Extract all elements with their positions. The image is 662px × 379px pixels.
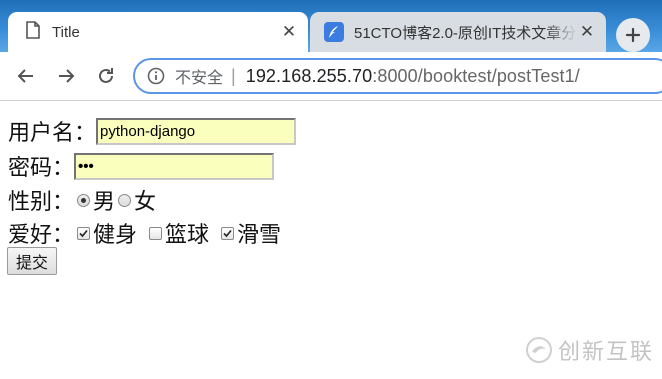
feather-icon [324,22,344,42]
submit-button[interactable]: 提交 [7,247,58,275]
hobby-row: 爱好： 健身 篮球 滑雪 [8,217,281,249]
close-tab-icon[interactable]: ✕ [280,22,298,42]
reload-icon [99,68,113,83]
username-input[interactable] [96,117,297,145]
hobby-basketball-label: 篮球 [165,222,210,247]
arrow-right-icon [59,69,75,83]
close-tab-icon[interactable]: ✕ [578,22,596,42]
back-button[interactable] [14,64,38,88]
plus-icon [625,27,641,43]
url-path: :8000/booktest/postTest1/ [372,65,580,86]
gender-male-label: 男 [93,189,116,214]
hobby-basketball-checkbox[interactable] [149,226,163,240]
browser-toolbar: 不安全 | 192.168.255.70:8000/booktest/postT… [0,52,662,101]
checkmark-icon [223,229,232,237]
tab-title-page[interactable]: Title ✕ [8,12,308,52]
gender-row: 性别： 男 女 [8,184,156,216]
hobby-label: 爱好： [8,222,75,247]
password-row: 密码： ••• [8,150,275,182]
gender-female-label: 女 [134,189,157,214]
arrow-left-icon [17,69,33,83]
tab-label: Title [52,23,80,41]
url-text: 192.168.255.70:8000/booktest/postTest1/ [246,66,580,87]
hobby-fitness-label: 健身 [93,222,138,247]
security-label: 不安全 [175,70,224,87]
tab-51cto[interactable]: 51CTO博客2.0-原创IT技术文章分 ✕ [310,12,606,52]
watermark-text: 创新互联 [558,339,655,364]
address-bar[interactable]: 不安全 | 192.168.255.70:8000/booktest/postT… [133,58,662,94]
info-icon[interactable] [147,67,165,85]
password-label: 密码： [8,155,75,180]
watermark: 创新互联 [526,334,654,366]
document-icon [26,20,40,44]
password-input[interactable]: ••• [74,152,275,180]
page-content: 用户名： 密码： ••• 性别： 男 女 爱好： 健身 篮球 滑雪 提交 创新互… [0,101,662,379]
forward-button[interactable] [54,64,78,88]
brand-logo-icon [526,337,552,363]
gender-male-radio[interactable] [77,193,91,207]
hobby-fitness-checkbox[interactable] [77,226,91,240]
username-label: 用户名： [8,120,97,145]
browser-tab-strip: Title ✕ 51CTO博客2.0-原创IT技术文章分 ✕ [0,0,662,52]
hobby-skiing-checkbox[interactable] [221,226,235,240]
username-row: 用户名： [8,115,297,147]
gender-female-radio[interactable] [118,193,132,207]
hobby-skiing-label: 滑雪 [237,222,282,247]
gender-label: 性别： [8,189,75,214]
address-separator: | [231,65,236,86]
tab-label: 51CTO博客2.0-原创IT技术文章分 [354,24,577,42]
checkmark-icon [79,229,88,237]
reload-button[interactable] [94,64,118,88]
new-tab-button[interactable] [616,18,650,52]
url-host: 192.168.255.70 [245,65,373,86]
